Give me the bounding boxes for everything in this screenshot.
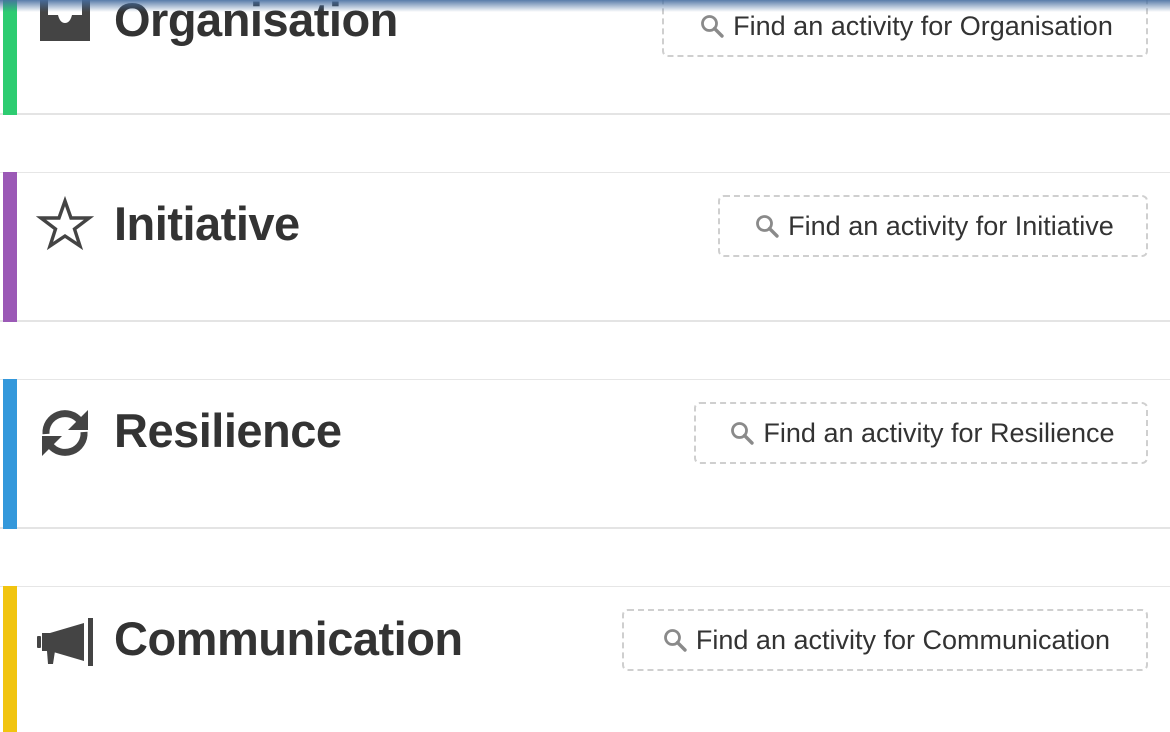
panel-title: Initiative bbox=[114, 197, 300, 250]
find-activity-label: Find an activity for Communication bbox=[695, 624, 1111, 655]
refresh-icon bbox=[36, 404, 94, 462]
accent-bar bbox=[3, 172, 17, 322]
star-icon bbox=[36, 195, 94, 253]
header-shadow bbox=[0, 0, 1170, 12]
accent-bar bbox=[3, 586, 17, 732]
accent-bar bbox=[3, 0, 17, 115]
panel-communication: Communication Find an activity for Commu… bbox=[0, 586, 1170, 732]
find-activity-button[interactable]: Find an activity for Resilience bbox=[694, 402, 1148, 464]
panel-initiative: Initiative Find an activity for Initiati… bbox=[0, 172, 1170, 322]
search-icon bbox=[756, 215, 779, 238]
panel-resilience: Resilience Find an activity for Resilien… bbox=[0, 379, 1170, 529]
find-activity-button[interactable]: Find an activity for Communication bbox=[622, 609, 1148, 671]
search-icon bbox=[731, 422, 755, 445]
find-activity-button[interactable]: Find an activity for Initiative bbox=[718, 195, 1148, 257]
find-activity-label: Find an activity for Initiative bbox=[788, 210, 1114, 241]
accent-bar bbox=[3, 379, 17, 529]
search-icon bbox=[664, 629, 687, 652]
panel-title: Resilience bbox=[114, 404, 342, 457]
find-activity-label: Find an activity for Resilience bbox=[763, 417, 1115, 448]
panel-organisation: Organisation Find an activity for Organi… bbox=[0, 0, 1170, 115]
find-activity-label: Find an activity for Organisation bbox=[733, 10, 1113, 41]
search-icon bbox=[701, 15, 724, 38]
panel-title: Communication bbox=[114, 612, 463, 665]
page: Organisation Find an activity for Organi… bbox=[0, 0, 1170, 732]
megaphone-icon bbox=[36, 612, 94, 670]
